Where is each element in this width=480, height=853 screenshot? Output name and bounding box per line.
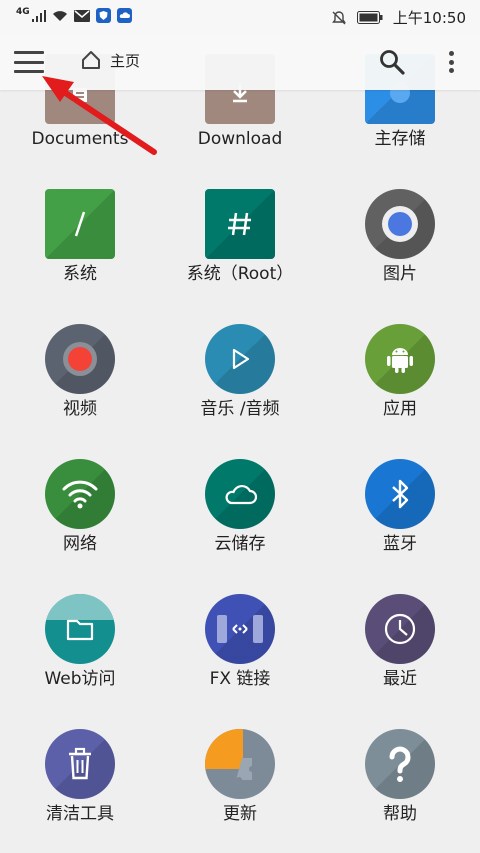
shortcut-update[interactable]: 更新 xyxy=(160,729,320,849)
music-icon xyxy=(205,324,275,394)
search-icon xyxy=(380,50,405,75)
wifi-icon xyxy=(52,10,67,21)
shortcut-system-root[interactable]: 系统（Root） xyxy=(160,189,320,309)
status-left: 4G xyxy=(16,8,132,23)
video-icon xyxy=(45,324,115,394)
pictures-icon xyxy=(365,189,435,259)
shortcut-label: 清洁工具 xyxy=(46,804,114,824)
cleaner-trash-icon xyxy=(45,729,115,799)
shortcut-music[interactable]: 音乐 /音频 xyxy=(160,324,320,444)
shortcut-bluetooth[interactable]: 蓝牙 xyxy=(320,459,480,579)
shortcut-cleaner[interactable]: 清洁工具 xyxy=(0,729,160,849)
shortcut-fx-connect[interactable]: FX 链接 xyxy=(160,594,320,714)
shortcut-web-access[interactable]: Web访问 xyxy=(0,594,160,714)
update-puzzle-icon xyxy=(205,729,275,799)
battery-icon xyxy=(356,11,383,24)
top-toolbar: 主页 xyxy=(0,34,480,90)
shortcut-network[interactable]: 网络 xyxy=(0,459,160,579)
cloud-storage-icon xyxy=(205,459,275,529)
bluetooth-icon xyxy=(365,459,435,529)
shortcut-label: 云储存 xyxy=(214,534,266,554)
shortcut-label: Download xyxy=(197,129,283,149)
breadcrumb-home[interactable]: 主页 xyxy=(80,49,140,71)
more-options-button[interactable] xyxy=(440,48,462,76)
shortcut-grid: Documents Download 主存储 系统 系统（Root） 图片 视频… xyxy=(0,54,480,853)
shortcut-label: Web访问 xyxy=(44,669,116,689)
clock: 上午10:50 xyxy=(392,9,466,27)
shortcut-label: 蓝牙 xyxy=(383,534,417,554)
shortcut-label: Documents xyxy=(31,129,129,149)
system-root-icon xyxy=(205,189,275,259)
menu-line-icon xyxy=(14,51,44,54)
breadcrumb-label: 主页 xyxy=(110,51,141,70)
shortcut-label: 视频 xyxy=(63,399,97,419)
shortcut-label: 应用 xyxy=(383,399,417,419)
shortcut-cloud[interactable]: 云储存 xyxy=(160,459,320,579)
web-access-icon xyxy=(45,594,115,664)
menu-line-icon xyxy=(14,70,44,73)
wifi-network-icon xyxy=(45,459,115,529)
shortcut-label: 最近 xyxy=(383,669,417,689)
shortcut-label: FX 链接 xyxy=(209,669,271,689)
shortcut-video[interactable]: 视频 xyxy=(0,324,160,444)
signal-icon xyxy=(31,9,46,22)
fx-connect-icon xyxy=(205,594,275,664)
shortcut-label: 系统（Root） xyxy=(186,264,294,284)
shortcut-label: 更新 xyxy=(223,804,257,824)
help-icon xyxy=(365,729,435,799)
network-type: 4G xyxy=(16,7,30,17)
android-apps-icon xyxy=(365,324,435,394)
shortcut-label: 帮助 xyxy=(383,804,417,824)
shortcut-apps[interactable]: 应用 xyxy=(320,324,480,444)
shortcut-label: 网络 xyxy=(63,534,97,554)
dot-icon xyxy=(448,51,454,56)
weather-app-icon xyxy=(116,8,132,23)
shortcut-recent[interactable]: 最近 xyxy=(320,594,480,714)
status-bar: 4G 上午10:50 xyxy=(0,0,480,34)
shield-app-icon xyxy=(95,8,111,23)
hamburger-menu-button[interactable] xyxy=(14,48,44,76)
shortcut-label: 图片 xyxy=(383,264,417,284)
mute-bell-icon xyxy=(331,10,346,24)
menu-line-icon xyxy=(14,60,44,64)
recent-clock-icon xyxy=(365,594,435,664)
search-button[interactable] xyxy=(378,48,406,76)
status-right: 上午10:50 xyxy=(331,7,466,28)
shortcut-label: 主存储 xyxy=(374,129,426,149)
dot-icon xyxy=(448,59,454,65)
shortcut-label: 系统 xyxy=(63,264,97,284)
dot-icon xyxy=(448,68,454,73)
shortcut-system[interactable]: 系统 xyxy=(0,189,160,309)
shortcut-label: 音乐 /音频 xyxy=(200,399,280,419)
mail-icon xyxy=(73,9,90,22)
shortcut-pictures[interactable]: 图片 xyxy=(320,189,480,309)
shortcut-help[interactable]: 帮助 xyxy=(320,729,480,849)
home-icon xyxy=(82,51,100,69)
system-icon xyxy=(45,189,115,259)
